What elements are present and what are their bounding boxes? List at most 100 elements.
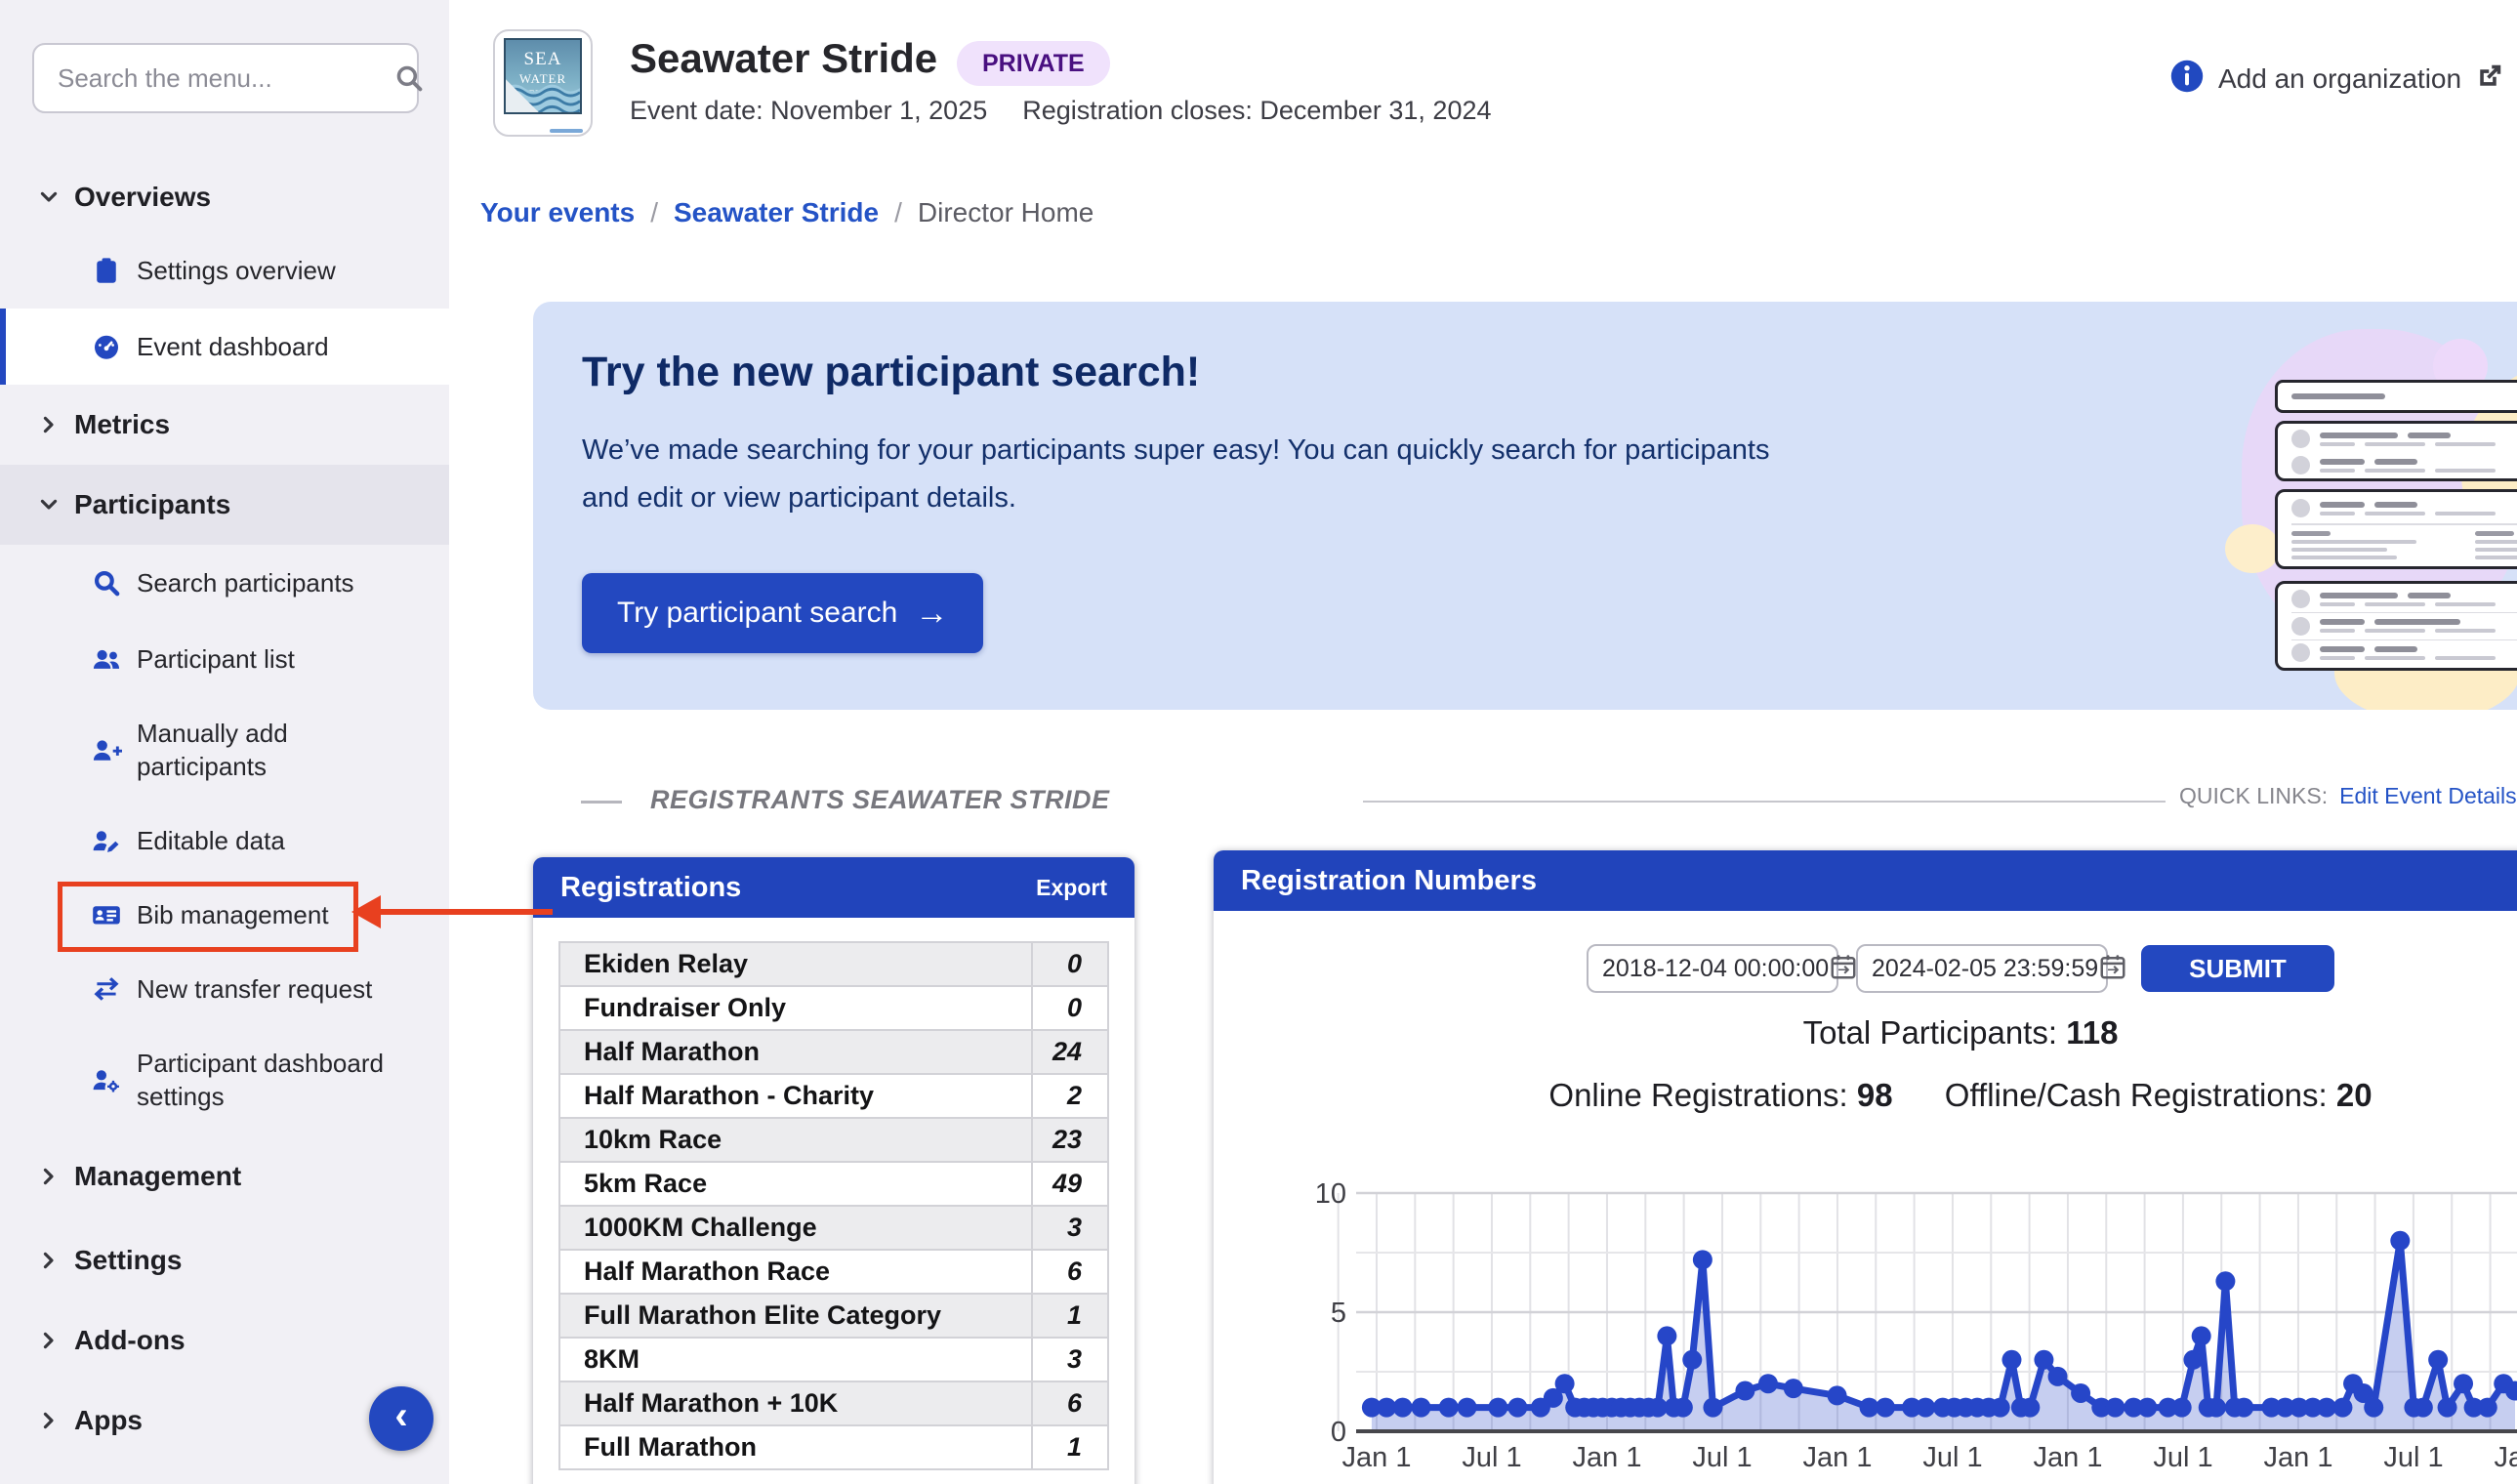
banner-body: We’ve made searching for your participan… xyxy=(582,434,1770,514)
user-plus-icon xyxy=(90,733,123,766)
export-button[interactable]: Export xyxy=(1036,875,1107,901)
edit-event-details-link[interactable]: Edit Event Details xyxy=(2339,783,2517,809)
race-count: 3 xyxy=(1031,1337,1109,1382)
race-count: 3 xyxy=(1031,1205,1109,1251)
registrations-chart: 10 5 0 Jan 1 Jul 1 Jan 1 Jul 1 Jan 1 Jul 1 Jan 1J… xyxy=(1300,1158,2517,1480)
sidebar-item-new-transfer-request[interactable]: New transfer request xyxy=(0,951,449,1027)
sidebar-section-add-ons[interactable]: Add-ons xyxy=(0,1300,449,1381)
breadcrumb-current: Director Home xyxy=(917,197,1094,227)
sidebar-section-label: Participants xyxy=(74,489,231,519)
offline-value: 20 xyxy=(2335,1077,2373,1113)
sidebar-item-label: Participant list xyxy=(137,643,295,674)
section-divider-dash xyxy=(581,801,622,804)
sidebar-item-label: Settings overview xyxy=(137,255,336,285)
breadcrumb-your-events[interactable]: Your events xyxy=(480,197,635,228)
table-row: Ekiden Relay 0 xyxy=(558,941,1109,987)
race-count: 1 xyxy=(1031,1293,1109,1339)
search-input[interactable] xyxy=(34,62,394,94)
annotation-arrow xyxy=(379,909,553,915)
svg-text:Jul 1: Jul 1 xyxy=(1692,1442,1752,1473)
chevron-right-icon xyxy=(37,1329,61,1352)
sidebar-section-management[interactable]: Management xyxy=(0,1133,449,1220)
race-name: Half Marathon + 10K xyxy=(558,1381,1033,1426)
race-name: Fundraiser Only xyxy=(558,985,1033,1031)
registration-split: Online Registrations: 98 Offline/Cash Re… xyxy=(1214,1077,2517,1114)
gauge-icon xyxy=(90,330,123,363)
annotation-highlight-box xyxy=(58,882,358,952)
transfer-icon xyxy=(90,972,123,1006)
participant-search-banner: Try the new participant search! We’ve ma… xyxy=(533,302,2517,710)
sidebar: Overviews Settings overview Event dashboar… xyxy=(0,0,451,1484)
user-pen-icon xyxy=(90,824,123,857)
online-label: Online Registrations: xyxy=(1548,1077,1857,1113)
registrations-title: Registrations xyxy=(560,871,742,903)
sidebar-item-participant-dashboard-settings[interactable]: Participant dashboard settings xyxy=(0,1027,449,1133)
offline-label: Offline/Cash Registrations: xyxy=(1944,1077,2336,1113)
sidebar-collapse-button[interactable]: ‹ xyxy=(369,1386,433,1451)
table-row: Half Marathon - Charity 2 xyxy=(558,1073,1109,1119)
date-to-input[interactable]: 2024-02-05 23:59:59 xyxy=(1856,944,2125,993)
illustration-yellow-circle-left xyxy=(2225,524,2280,573)
race-count: 0 xyxy=(1031,985,1109,1031)
table-row: Half Marathon 24 xyxy=(558,1029,1109,1075)
sidebar-section-metrics[interactable]: Metrics xyxy=(0,385,449,465)
sidebar-item-label: Participant dashboard settings xyxy=(137,1048,384,1111)
sidebar-item-label: Editable data xyxy=(137,825,285,855)
race-name: Half Marathon Race xyxy=(558,1249,1033,1295)
sidebar-section-overviews[interactable]: Overviews xyxy=(0,162,449,232)
page-title: Seawater Stride xyxy=(630,35,938,81)
add-organization-link[interactable]: Add an organization xyxy=(2169,59,2504,99)
sidebar-section-label: Overviews xyxy=(74,182,212,212)
svg-text:Jan 1: Jan 1 xyxy=(1573,1442,1642,1473)
breadcrumb-event[interactable]: Seawater Stride xyxy=(674,197,879,228)
sidebar-item-editable-data[interactable]: Editable data xyxy=(0,803,449,879)
sidebar-item-label: Manually add participants xyxy=(137,718,288,781)
race-name: 10km Race xyxy=(558,1117,1033,1163)
breadcrumb: Your events / Seawater Stride / Director… xyxy=(480,197,1093,228)
svg-text:Jul 1: Jul 1 xyxy=(1462,1442,1521,1473)
breadcrumb-separator: / xyxy=(894,197,902,227)
sidebar-item-event-dashboard[interactable]: Event dashboard xyxy=(0,309,449,385)
sidebar-section-label: Settings xyxy=(74,1245,183,1275)
event-logo: SEA WATER STRIDE xyxy=(493,29,593,137)
svg-text:Jul 1: Jul 1 xyxy=(2153,1442,2212,1473)
race-count: 6 xyxy=(1031,1249,1109,1295)
table-row: Fundraiser Only 0 xyxy=(558,985,1109,1031)
illustration-list-card xyxy=(2275,581,2517,671)
illustration-result-card xyxy=(2275,421,2517,481)
chevron-right-icon xyxy=(37,1249,61,1272)
date-from-input[interactable]: 2018-12-04 00:00:00 xyxy=(1587,944,1856,993)
sidebar-section-participants[interactable]: Participants xyxy=(0,465,449,545)
sidebar-item-manually-add-participants[interactable]: Manually add participants xyxy=(0,697,449,803)
race-count: 23 xyxy=(1031,1117,1109,1163)
try-participant-search-button[interactable]: Try participant search → xyxy=(582,573,984,653)
sidebar-item-settings-overview[interactable]: Settings overview xyxy=(0,232,449,309)
sidebar-item-label: Search participants xyxy=(137,567,354,598)
sidebar-section-settings[interactable]: Settings xyxy=(0,1220,449,1300)
race-count: 0 xyxy=(1031,941,1109,987)
logo-fine-print xyxy=(550,129,583,133)
illustration-search-bar xyxy=(2275,380,2517,413)
race-count: 1 xyxy=(1031,1424,1109,1470)
race-name: Full Marathon Elite Category xyxy=(558,1293,1033,1339)
button-label: Try participant search xyxy=(617,597,898,629)
table-row: Half Marathon + 10K 6 xyxy=(558,1381,1109,1426)
sidebar-item-label: Event dashboard xyxy=(137,331,329,361)
table-row: 5km Race 49 xyxy=(558,1161,1109,1207)
table-row: 1000KM Challenge 3 xyxy=(558,1205,1109,1251)
svg-text:Jan 1: Jan 1 xyxy=(1803,1442,1873,1473)
chevron-down-icon xyxy=(37,186,61,209)
race-name: 8KM xyxy=(558,1337,1033,1382)
race-name: Full Marathon xyxy=(558,1424,1033,1470)
race-name: Half Marathon xyxy=(558,1029,1033,1075)
clipboard-icon xyxy=(90,254,123,287)
table-row: 8KM 3 xyxy=(558,1337,1109,1382)
sidebar-item-search-participants[interactable]: Search participants xyxy=(0,545,449,621)
date-from-value: 2018-12-04 00:00:00 xyxy=(1602,954,1830,982)
svg-text:Jan 1: Jan 1 xyxy=(2264,1442,2333,1473)
sidebar-item-participant-list[interactable]: Participant list xyxy=(0,621,449,697)
svg-text:Jan 1: Jan 1 xyxy=(2495,1442,2517,1473)
main-content: SEA WATER STRIDE Seawater Stride PRIVATE… xyxy=(449,0,2517,1484)
breadcrumb-separator: / xyxy=(650,197,658,227)
submit-button[interactable]: SUBMIT xyxy=(2141,945,2334,992)
